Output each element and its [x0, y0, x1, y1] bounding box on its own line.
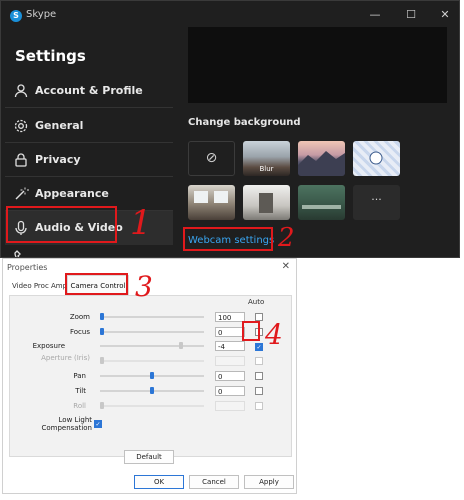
settings-heading: Settings — [15, 47, 86, 65]
tilt-slider-thumb[interactable] — [150, 387, 154, 394]
title-bar: S Skype — ☐ ✕ — [1, 1, 459, 29]
tilt-value[interactable]: 0 — [215, 386, 245, 396]
person-icon — [14, 84, 28, 98]
roll-value — [215, 401, 245, 411]
low-light-compensation-checkbox[interactable]: ✓ — [94, 420, 102, 428]
mountain-image-icon — [298, 151, 345, 176]
annotation-box-webcam-settings — [183, 227, 273, 251]
nav-label: Privacy — [35, 153, 81, 166]
no-background-icon: ⊘ — [205, 150, 218, 166]
background-none-option[interactable]: ⊘ — [188, 141, 235, 176]
pattern-image-icon — [369, 151, 383, 165]
hallway-image-icon — [259, 193, 273, 213]
tab-video-proc-amp[interactable]: Video Proc Amp — [12, 282, 67, 290]
dialog-close-button[interactable]: ✕ — [282, 261, 290, 272]
roll-auto-checkbox — [255, 402, 263, 410]
nav-item-privacy[interactable]: Privacy — [5, 145, 173, 175]
pan-slider[interactable] — [100, 372, 204, 379]
zoom-label: Zoom — [69, 313, 90, 321]
exposure-slider[interactable] — [100, 342, 204, 349]
zoom-slider-thumb[interactable] — [100, 313, 104, 320]
more-icon: ··· — [371, 193, 382, 206]
aperture-auto-checkbox — [255, 357, 263, 365]
pan-label: Pan — [73, 372, 86, 380]
close-button[interactable]: ✕ — [437, 7, 453, 23]
pan-value[interactable]: 0 — [215, 371, 245, 381]
background-pattern-option[interactable] — [353, 141, 400, 176]
nav-divider — [5, 176, 173, 177]
magic-wand-icon — [15, 187, 29, 200]
exposure-value[interactable]: -4 — [215, 341, 245, 351]
background-blur-option[interactable]: Blur — [243, 141, 290, 176]
phone-icon — [14, 250, 21, 257]
roll-slider-thumb — [100, 402, 104, 409]
nav-label: Account & Profile — [35, 84, 143, 97]
tilt-slider[interactable] — [100, 387, 204, 394]
pan-slider-thumb[interactable] — [150, 372, 154, 379]
zoom-slider[interactable] — [100, 313, 204, 320]
blur-caption: Blur — [259, 165, 274, 173]
nav-item-general[interactable]: General — [5, 111, 173, 141]
aperture-slider-thumb — [100, 357, 104, 364]
background-office-option[interactable] — [298, 185, 345, 220]
window-title: Skype — [26, 9, 57, 20]
skype-logo-icon: S — [10, 10, 22, 22]
focus-label: Focus — [70, 328, 90, 336]
room-image-icon — [194, 191, 228, 203]
dialog-title: Properties — [7, 263, 48, 272]
annotation-box-camera-control — [65, 273, 128, 295]
background-mountain-option[interactable] — [298, 141, 345, 176]
background-room-option[interactable] — [188, 185, 235, 220]
office-image-icon — [302, 205, 341, 209]
annotation-number-3: 3 — [135, 270, 153, 303]
annotation-box-focus-auto — [242, 321, 260, 341]
annotation-number-1: 1 — [130, 203, 152, 243]
camera-preview — [188, 27, 447, 103]
pan-auto-checkbox[interactable] — [255, 372, 263, 380]
default-button[interactable]: Default — [124, 450, 174, 464]
focus-value[interactable]: 0 — [215, 327, 245, 337]
aperture-slider — [100, 357, 204, 364]
roll-label: Roll — [73, 402, 86, 410]
exposure-auto-checkbox[interactable]: ✓ — [255, 343, 263, 351]
annotation-box-audio-video — [6, 206, 117, 243]
nav-item-account-profile[interactable]: Account & Profile — [5, 76, 173, 106]
annotation-number-4: 4 — [265, 318, 283, 351]
focus-slider-thumb[interactable] — [100, 328, 104, 335]
ok-button[interactable]: OK — [134, 475, 184, 489]
more-backgrounds-button[interactable]: ··· — [353, 185, 400, 220]
roll-slider — [100, 402, 204, 409]
gear-icon — [14, 119, 28, 133]
camera-control-panel: Auto Zoom 100 Focus 0 Exposure -4 ✓ Aper… — [9, 295, 292, 464]
nav-label: Appearance — [35, 187, 109, 200]
nav-label: General — [35, 119, 84, 132]
zoom-auto-checkbox[interactable] — [255, 313, 263, 321]
zoom-value[interactable]: 100 — [215, 312, 245, 322]
aperture-label: Aperture (Iris) — [41, 354, 90, 362]
nav-item-partial[interactable] — [5, 247, 173, 257]
exposure-slider-thumb[interactable] — [179, 342, 183, 349]
aperture-value — [215, 356, 245, 366]
tilt-label: Tilt — [75, 387, 86, 395]
exposure-label: Exposure — [32, 342, 65, 350]
focus-slider[interactable] — [100, 328, 204, 335]
minimize-button[interactable]: — — [367, 7, 383, 23]
change-background-label: Change background — [188, 117, 301, 128]
nav-divider — [5, 107, 173, 108]
background-hallway-option[interactable] — [243, 185, 290, 220]
cancel-button[interactable]: Cancel — [189, 475, 239, 489]
annotation-number-2: 2 — [278, 223, 295, 253]
low-light-compensation-label: Low Light Compensation — [41, 416, 92, 432]
lock-icon — [15, 153, 27, 167]
maximize-button[interactable]: ☐ — [403, 7, 419, 23]
apply-button[interactable]: Apply — [244, 475, 294, 489]
nav-divider — [5, 142, 173, 143]
auto-column-header: Auto — [248, 298, 265, 306]
tilt-auto-checkbox[interactable] — [255, 387, 263, 395]
